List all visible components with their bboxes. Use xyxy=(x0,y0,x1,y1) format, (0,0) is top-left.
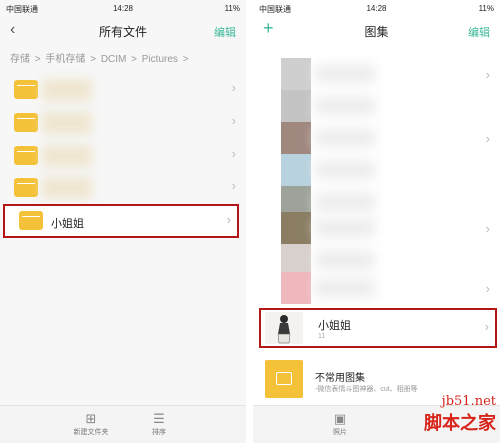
battery-label: 11% xyxy=(478,4,494,13)
album-row-highlighted[interactable]: 小姐姐 11 › xyxy=(259,308,497,348)
folder-row[interactable]: › xyxy=(0,172,246,202)
blurred-album-name xyxy=(315,65,375,83)
blurred-album-name xyxy=(315,129,375,147)
breadcrumb-item[interactable]: Pictures xyxy=(142,54,178,65)
blurred-album-name xyxy=(315,219,375,237)
edit-button[interactable]: 编辑 xyxy=(468,24,490,40)
folder-row[interactable]: › xyxy=(0,140,246,170)
chevron-right-icon: › xyxy=(231,178,236,193)
blurred-folder-name xyxy=(42,79,92,101)
photos-tab[interactable]: ▣ 照片 xyxy=(315,411,365,437)
sort-icon: ☰ xyxy=(153,411,165,426)
folder-icon xyxy=(14,146,38,165)
album-thumbnail xyxy=(281,212,311,244)
breadcrumb-separator: > xyxy=(34,54,41,65)
folder-icon xyxy=(19,211,43,230)
sort-button[interactable]: ☰ 排序 xyxy=(134,411,184,437)
new-folder-label: 新建文件夹 xyxy=(73,429,109,436)
folder-row[interactable]: › xyxy=(0,107,246,137)
chevron-right-icon: › xyxy=(231,80,236,95)
chevron-right-icon: › xyxy=(485,281,490,296)
blurred-folder-name xyxy=(42,145,92,167)
album-thumbnail xyxy=(281,154,311,186)
blurred-album-name xyxy=(315,193,375,211)
album-count: 11 xyxy=(318,333,326,340)
album-cover xyxy=(265,312,303,344)
album-row[interactable]: › xyxy=(253,212,500,244)
add-folder-icon: ⊞ xyxy=(85,411,97,426)
blurred-album-name xyxy=(315,97,375,115)
blurred-folder-name xyxy=(42,112,92,134)
uncommon-albums-subtitle: -微信表情斗图神器、cut、相册等 xyxy=(315,386,418,393)
uncommon-albums-label: 不常用图集 xyxy=(315,373,365,384)
folder-icon xyxy=(14,113,38,132)
status-time: 14:28 xyxy=(112,4,134,13)
breadcrumb-item[interactable]: 手机存储 xyxy=(45,54,85,65)
watermark-name: 脚本之家 xyxy=(424,413,496,434)
chevron-right-icon: › xyxy=(231,113,236,128)
album-thumbnail xyxy=(281,272,311,304)
folder-row-highlighted[interactable]: 小姐姐 › xyxy=(3,204,239,238)
album-row[interactable]: › xyxy=(253,122,500,154)
album-thumbnail xyxy=(281,58,311,90)
chevron-right-icon: › xyxy=(484,319,489,334)
status-bar: 中国联通 14:28 11% xyxy=(0,0,246,18)
chevron-right-icon: › xyxy=(485,131,490,146)
folder-row[interactable]: › xyxy=(0,74,246,104)
site-watermark: jb51.net 脚本之家 xyxy=(371,394,496,440)
watermark-domain: jb51.net xyxy=(441,394,496,409)
album-thumbnail xyxy=(281,122,311,154)
file-manager-screen: 中国联通 14:28 11% ‹ 所有文件 编辑 存储 > 手机存储 > DCI… xyxy=(0,0,246,443)
person-figure-icon xyxy=(265,312,303,344)
album-folder-icon xyxy=(265,360,303,398)
page-title: 图集 xyxy=(364,25,389,39)
chevron-right-icon: › xyxy=(226,212,231,227)
edit-button[interactable]: 编辑 xyxy=(214,24,236,40)
album-row[interactable]: › xyxy=(253,272,500,304)
blurred-album-name xyxy=(315,251,375,269)
sort-label: 排序 xyxy=(152,429,166,436)
breadcrumb: 存储 > 手机存储 > DCIM > Pictures > xyxy=(10,50,191,65)
breadcrumb-separator: > xyxy=(131,54,137,65)
album-row[interactable] xyxy=(253,154,500,186)
bottom-toolbar: ⊞ 新建文件夹 ☰ 排序 xyxy=(0,405,246,443)
navbar: ‹ 所有文件 编辑 xyxy=(0,18,246,44)
blurred-folder-name xyxy=(42,177,92,199)
blurred-album-name xyxy=(315,279,375,297)
chevron-right-icon: › xyxy=(485,221,490,236)
folder-icon xyxy=(14,80,38,99)
blurred-album-name xyxy=(315,161,375,179)
album-thumbnail xyxy=(281,90,311,122)
page-title: 所有文件 xyxy=(98,25,147,39)
folder-icon xyxy=(14,178,38,197)
breadcrumb-separator: > xyxy=(90,54,97,65)
battery-label: 11% xyxy=(224,4,240,13)
folder-label: 小姐姐 xyxy=(51,218,84,230)
navbar: + 图集 编辑 xyxy=(253,18,500,44)
album-row[interactable]: › xyxy=(253,58,500,90)
gallery-screen: 中国联通 14:28 11% + 图集 编辑 › › › › 小姐姐 11 › … xyxy=(253,0,500,443)
chevron-right-icon: › xyxy=(231,146,236,161)
chevron-right-icon: › xyxy=(485,67,490,82)
photos-label: 照片 xyxy=(333,429,347,436)
status-time: 14:28 xyxy=(366,4,387,13)
new-folder-button[interactable]: ⊞ 新建文件夹 xyxy=(66,411,116,437)
album-row[interactable] xyxy=(253,90,500,122)
status-bar: 中国联通 14:28 11% xyxy=(253,0,500,18)
breadcrumb-item[interactable]: DCIM xyxy=(101,54,127,65)
breadcrumb-item[interactable]: 存储 xyxy=(10,54,30,65)
breadcrumb-separator: > xyxy=(182,54,189,65)
photo-icon: ▣ xyxy=(333,411,347,426)
album-label: 小姐姐 xyxy=(318,320,351,332)
